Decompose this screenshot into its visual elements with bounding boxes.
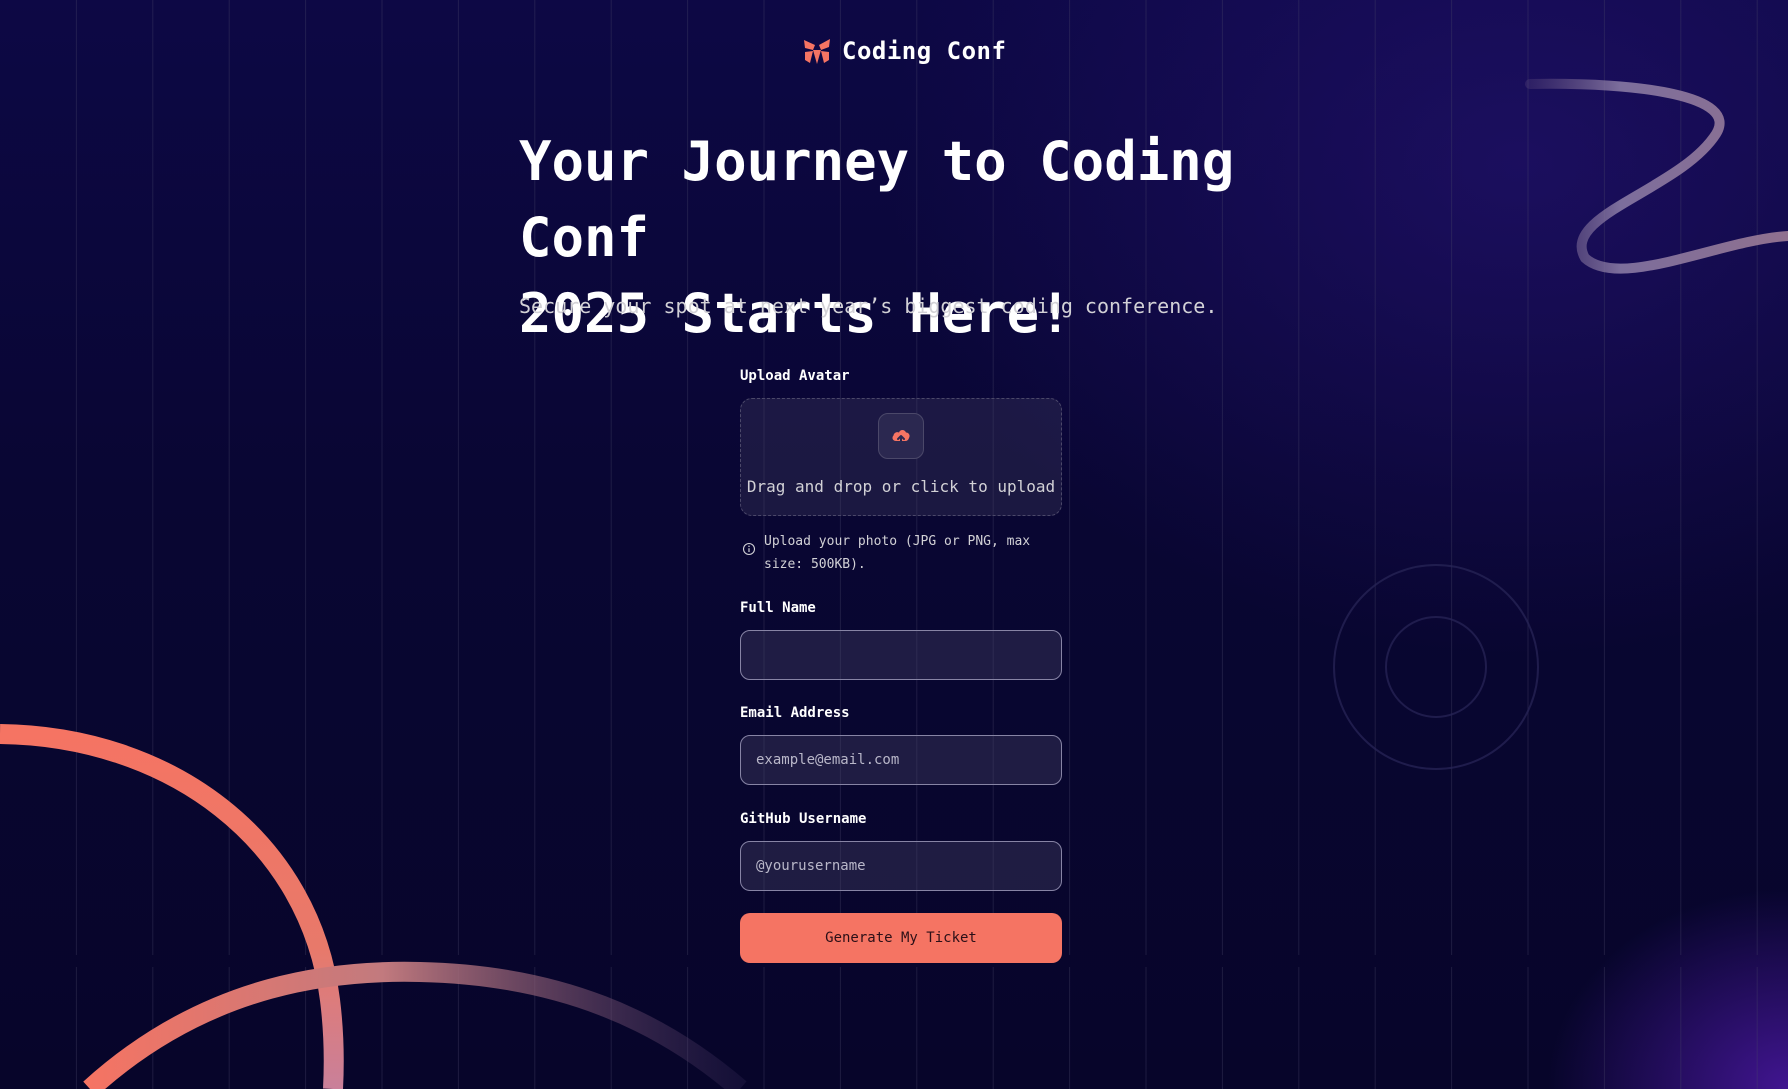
email-label: Email Address xyxy=(740,705,850,721)
upload-avatar-label: Upload Avatar xyxy=(740,368,850,384)
page-title-line-1: Your Journey to Coding Conf xyxy=(519,130,1235,269)
upload-hint-line-2: size: 500KB). xyxy=(764,557,866,572)
avatar-dropzone[interactable]: Drag and drop or click to upload xyxy=(740,398,1062,516)
full-name-label: Full Name xyxy=(740,600,816,616)
generate-ticket-button[interactable]: Generate My Ticket xyxy=(740,913,1062,963)
brand-name: Coding Conf xyxy=(842,37,1007,65)
github-username-input[interactable] xyxy=(740,841,1062,891)
page-content: Coding Conf Your Journey to Coding Conf … xyxy=(0,0,1788,1089)
page-subtitle: Secure your spot at next year’s biggest … xyxy=(519,294,1218,318)
github-username-label: GitHub Username xyxy=(740,811,867,827)
dropzone-text: Drag and drop or click to upload xyxy=(746,477,1056,496)
brand-logo[interactable]: Coding Conf xyxy=(802,36,1006,66)
upload-icon-container xyxy=(878,413,924,459)
full-name-input[interactable] xyxy=(740,630,1062,680)
email-input[interactable] xyxy=(740,735,1062,785)
upload-hint-line-1: Upload your photo (JPG or PNG, max xyxy=(764,534,1031,549)
upload-hint: Upload your photo (JPG or PNG, max size:… xyxy=(742,530,1062,576)
coding-conf-logo-icon xyxy=(804,39,830,64)
upload-hint-text: Upload your photo (JPG or PNG, max size:… xyxy=(764,530,1030,576)
cloud-upload-icon xyxy=(892,430,910,445)
info-icon xyxy=(742,542,756,556)
